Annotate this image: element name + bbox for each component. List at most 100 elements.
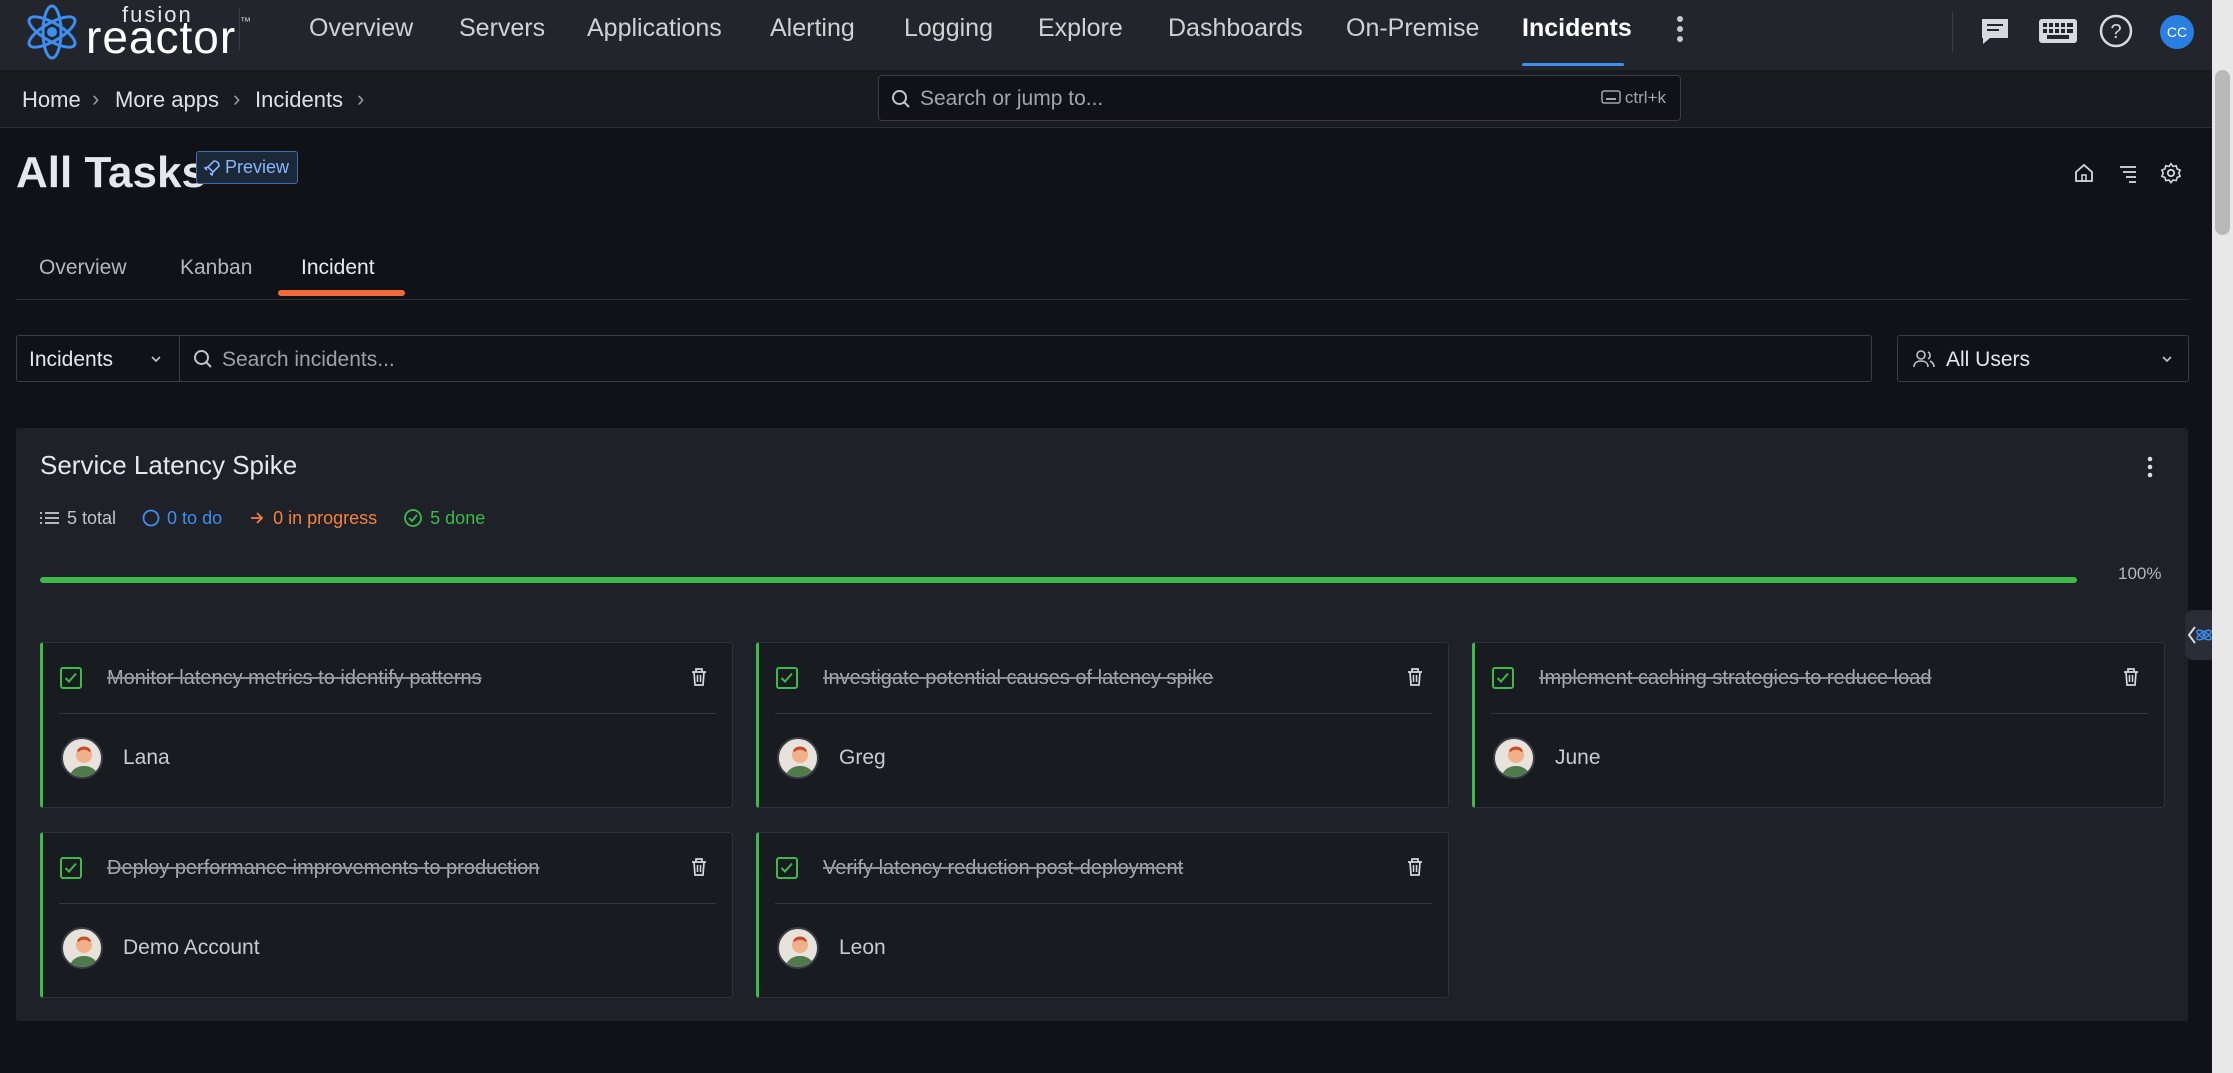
task-card[interactable]: Deploy performance improvements to produ…	[40, 832, 733, 998]
tab-overview[interactable]: Overview	[39, 256, 127, 280]
nav-on-premise[interactable]: On-Premise	[1346, 14, 1479, 43]
breadcrumb-separator: ›	[92, 86, 100, 111]
incident-type-select[interactable]: Incidents	[16, 335, 180, 382]
fusionreactor-logo[interactable]: fusion reactor ™	[22, 0, 251, 63]
check-circle-icon	[404, 509, 423, 527]
page-scrollbar[interactable]	[2212, 0, 2233, 1073]
task-title[interactable]: Implement caching strategies to reduce l…	[1539, 667, 1931, 690]
logo-reactor-text: reactor	[86, 11, 237, 63]
nav-explore[interactable]: Explore	[1038, 14, 1123, 43]
stat-total-text: 5 total	[67, 507, 117, 528]
checked-checkbox-icon[interactable]	[59, 666, 83, 690]
task-title[interactable]: Investigate potential causes of latency …	[823, 667, 1213, 690]
breadcrumb-home[interactable]: Home	[22, 87, 81, 113]
card-divider	[59, 903, 716, 904]
arrow-right-icon	[251, 512, 264, 524]
trash-icon[interactable]	[690, 857, 708, 877]
stat-todo-text: 0 to do	[167, 507, 223, 528]
checked-checkbox-icon[interactable]	[775, 666, 799, 690]
checked-checkbox-icon[interactable]	[775, 856, 799, 880]
global-search-input[interactable]: Search or jump to... ctrl+k	[878, 75, 1681, 121]
users-filter-select[interactable]: All Users	[1897, 335, 2189, 382]
list-view-icon[interactable]	[2117, 162, 2139, 189]
search-shortcut-hint: ctrl+k	[1601, 88, 1666, 108]
scrollbar-thumb[interactable]	[2215, 70, 2230, 235]
atom-logo-icon	[27, 4, 77, 60]
tab-kanban[interactable]: Kanban	[180, 256, 252, 280]
breadcrumb-separator: ›	[357, 86, 365, 111]
incident-panel: Service Latency Spike 5 total 0 to do 0 …	[16, 428, 2188, 1021]
search-icon	[892, 90, 910, 108]
incident-search-input[interactable]: Search incidents...	[179, 335, 1872, 382]
nav-divider-right	[1952, 12, 1953, 52]
user-avatar[interactable]: CC	[2160, 15, 2194, 49]
tab-incident[interactable]: Incident	[301, 256, 375, 280]
nav-incidents[interactable]: Incidents	[1522, 14, 1632, 43]
circle-outline-icon	[142, 509, 160, 527]
nav-overview[interactable]: Overview	[309, 14, 413, 43]
logo-trademark: ™	[240, 16, 251, 28]
chevron-down-icon	[2162, 356, 2172, 363]
stat-in-progress: 0 in progress	[248, 508, 377, 529]
assignee-name: Leon	[839, 936, 886, 959]
incident-progress-fill	[40, 577, 2077, 583]
assignee-avatar	[1493, 737, 1535, 779]
checked-checkbox-icon[interactable]	[1491, 666, 1515, 690]
card-divider	[1491, 713, 2148, 714]
assignee-name: June	[1555, 746, 1601, 769]
task-card[interactable]: Verify latency reduction post-deployment…	[756, 832, 1449, 998]
breadcrumb-bar: Home › More apps › Incidents › Search or…	[0, 70, 2212, 128]
task-card[interactable]: Investigate potential causes of latency …	[756, 642, 1449, 808]
users-filter-value: All Users	[1946, 348, 2031, 371]
task-title[interactable]: Monitor latency metrics to identify patt…	[107, 667, 482, 690]
nav-active-indicator	[1522, 63, 1624, 66]
task-title[interactable]: Verify latency reduction post-deployment	[823, 857, 1183, 880]
checked-checkbox-icon[interactable]	[59, 856, 83, 880]
incident-menu-icon[interactable]	[2146, 456, 2154, 483]
trash-icon[interactable]	[1406, 857, 1424, 877]
tab-active-indicator	[278, 290, 405, 296]
incident-search-placeholder: Search incidents...	[222, 348, 395, 371]
assignee-name: Demo Account	[123, 936, 260, 959]
help-icon[interactable]: ?	[2099, 14, 2133, 48]
breadcrumb-more-apps[interactable]: More apps	[115, 87, 219, 113]
chat-icon[interactable]	[1978, 14, 2012, 48]
trash-icon[interactable]	[690, 667, 708, 687]
home-icon[interactable]	[2073, 162, 2095, 189]
task-card[interactable]: Implement caching strategies to reduce l…	[1472, 642, 2165, 808]
task-card[interactable]: Monitor latency metrics to identify patt…	[40, 642, 733, 808]
nav-servers[interactable]: Servers	[459, 14, 545, 43]
keyboard-icon[interactable]	[2038, 14, 2078, 48]
assignee-avatar	[61, 927, 103, 969]
task-title[interactable]: Deploy performance improvements to produ…	[107, 857, 539, 880]
preview-badge-label: Preview	[225, 157, 290, 177]
keyboard-shortcut-icon	[1601, 90, 1621, 104]
trash-icon[interactable]	[1406, 667, 1424, 687]
search-icon	[194, 350, 212, 368]
list-icon	[40, 512, 59, 524]
preview-badge: Preview	[196, 151, 299, 184]
search-shortcut-text: ctrl+k	[1624, 88, 1666, 107]
incident-title: Service Latency Spike	[40, 450, 298, 480]
assignee-avatar	[61, 737, 103, 779]
svg-text:?: ?	[2110, 21, 2121, 43]
settings-gear-icon[interactable]	[2160, 162, 2182, 189]
nav-alerting[interactable]: Alerting	[770, 14, 855, 43]
incident-progress-label: 100%	[2118, 564, 2162, 583]
nav-applications[interactable]: Applications	[587, 14, 722, 43]
card-divider	[59, 713, 716, 714]
nav-logging[interactable]: Logging	[904, 14, 993, 43]
stat-done: 5 done	[403, 508, 485, 529]
assignee-avatar	[777, 737, 819, 779]
trash-icon[interactable]	[2122, 667, 2140, 687]
more-nav-icon[interactable]	[1676, 16, 1684, 46]
rocket-icon	[203, 159, 220, 176]
breadcrumb-incidents[interactable]: Incidents	[255, 87, 343, 113]
stat-total: 5 total	[40, 508, 116, 529]
incident-type-value: Incidents	[29, 348, 114, 371]
assignee-name: Lana	[123, 746, 170, 769]
card-divider	[775, 713, 1432, 714]
side-panel-toggle[interactable]	[2185, 610, 2212, 660]
stat-done-text: 5 done	[430, 507, 486, 528]
nav-dashboards[interactable]: Dashboards	[1168, 14, 1303, 43]
